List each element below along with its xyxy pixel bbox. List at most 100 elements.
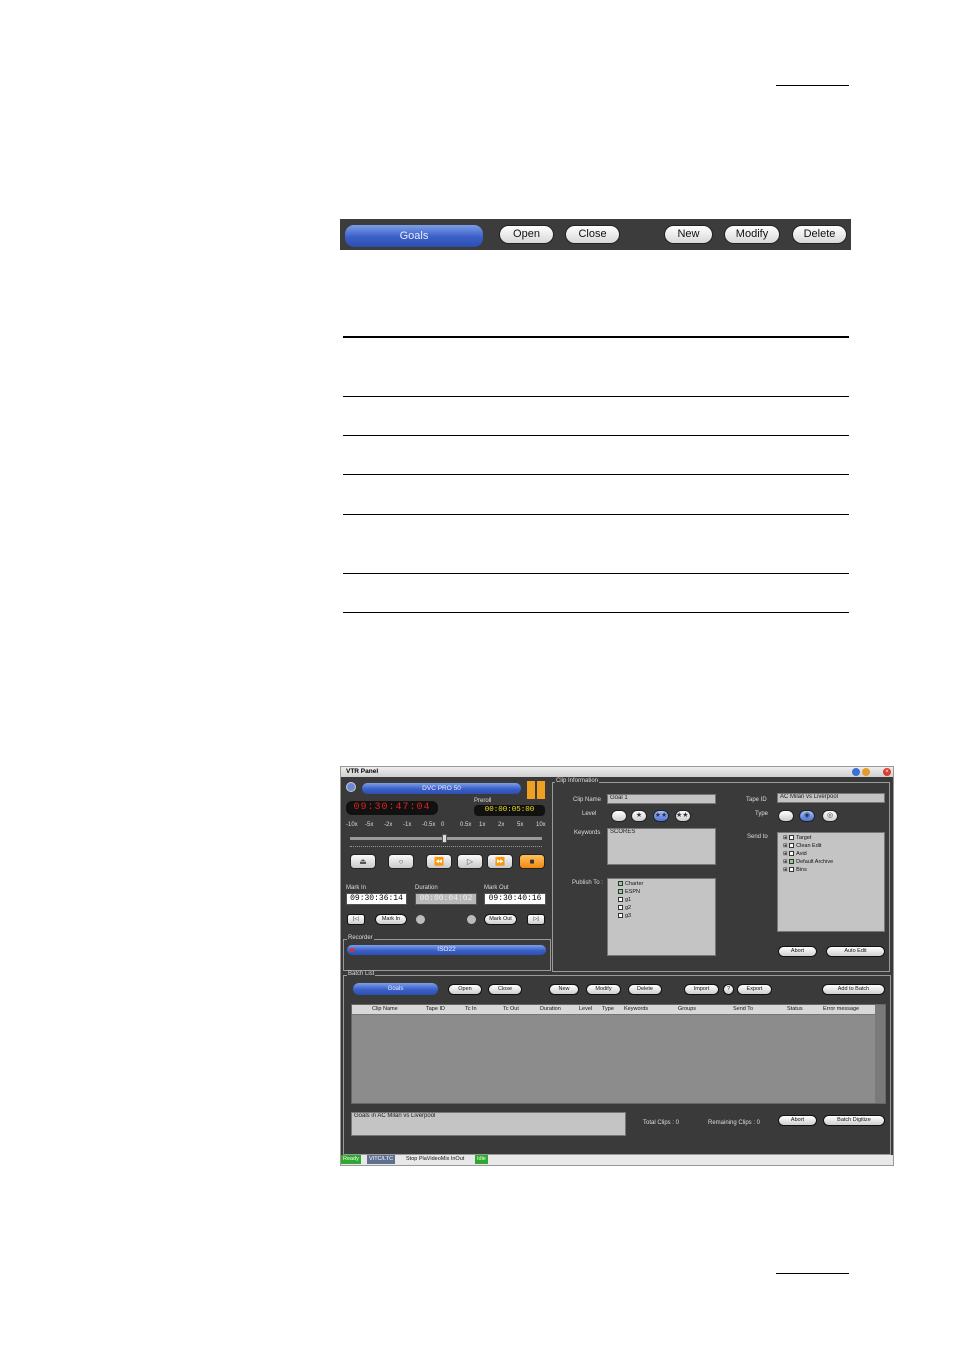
publish-item-1[interactable]: ESPN [618,889,640,895]
new-button[interactable]: New [664,225,713,244]
add-to-batch-button[interactable]: Add to Batch [822,984,885,995]
goals-selector[interactable]: Goals [345,225,483,247]
abort-button[interactable]: Abort [778,946,817,957]
keywords-field[interactable]: SCORES [607,828,716,865]
delete-button[interactable]: Delete [792,225,847,244]
column-header[interactable]: Tc In [465,1006,477,1012]
type-video-icon[interactable]: ◉ [799,810,815,822]
level-3-star-icon[interactable]: ★★★ [675,810,695,822]
header-rule [776,85,849,86]
type-0-button[interactable] [778,810,794,822]
keywords-label: Keywords [574,830,601,836]
close-icon[interactable]: × [883,768,891,776]
column-header[interactable]: Level [579,1006,592,1012]
import-button[interactable]: Import [684,984,719,995]
send-to-item-2[interactable]: ⊞ Avid [783,851,807,857]
description-field[interactable]: Goals in AC Milan vs Liverpool [351,1112,626,1136]
publish-item-4[interactable]: g3 [618,913,631,919]
clip-name-label: Clip Name [573,797,602,803]
checkbox-icon[interactable] [618,905,623,911]
publish-item-3[interactable]: g2 [618,905,631,911]
column-header[interactable]: Keywords [624,1006,648,1012]
level-2-star-icon[interactable]: ★★ [653,810,669,822]
column-header[interactable]: Groups [678,1006,696,1012]
checkbox-icon[interactable] [789,843,795,849]
table-top-rule [343,336,849,338]
help-button[interactable]: ? [723,984,734,995]
publish-item-2[interactable]: g1 [618,897,631,903]
record-button[interactable]: ○ [388,854,414,869]
play-button[interactable]: ▷ [457,854,483,869]
send-to-item-4[interactable]: ⊞ Bins [783,867,807,873]
mark-out-button[interactable]: Mark Out [484,914,517,925]
table-scrollbar[interactable] [875,1005,885,1103]
open-button[interactable]: Open [499,225,554,244]
checkbox-icon[interactable] [789,851,795,857]
send-to-item-1[interactable]: ⊞ Clean Edit [783,843,822,849]
checkbox-icon[interactable] [618,913,623,919]
batch-goals-selector[interactable]: Goals [353,983,438,995]
column-header[interactable]: Send To [733,1006,753,1012]
type-audio-icon[interactable]: ◎ [822,810,838,822]
minimize-icon[interactable] [862,768,870,776]
batch-close-button[interactable]: Close [488,984,522,995]
checkbox-icon[interactable] [618,881,623,887]
recorder-selector[interactable]: ISO22 [347,945,546,955]
stop-button[interactable]: ■ [519,854,545,869]
speed-tick-label: -10x [346,822,358,828]
checkbox-icon[interactable] [618,889,623,895]
eject-button[interactable]: ⏏ [350,854,376,869]
publish-item-0[interactable]: Charter [618,881,643,887]
batch-abort-button[interactable]: Abort [778,1115,817,1126]
level-1-star-icon[interactable]: ★ [631,810,647,822]
table-row-rule [343,435,849,436]
column-header[interactable]: Tape ID [426,1006,445,1012]
checkbox-icon[interactable] [618,897,623,903]
rewind-button[interactable]: ⏪ [426,854,452,869]
checkbox-icon[interactable] [789,835,795,841]
modify-button[interactable]: Modify [724,225,780,244]
checkbox-icon[interactable] [789,867,795,873]
send-to-item-0[interactable]: ⊞ Target [783,835,811,841]
tape-id-field[interactable]: AC Milan vs Liverpool [777,793,885,803]
help-icon[interactable] [852,768,860,776]
go-to-out-button[interactable]: ▷| [527,914,545,925]
clear-in-icon[interactable] [416,915,425,924]
level-0-button[interactable] [611,810,627,822]
batch-modify-button[interactable]: Modify [586,984,621,995]
send-to-item-3[interactable]: ⊞ Default Archive [783,859,833,865]
batch-digitize-button[interactable]: Batch Digitize [823,1115,885,1126]
batch-delete-button[interactable]: Delete [628,984,662,995]
send-to-tree[interactable]: ⊞ Target ⊞ Clean Edit ⊞ Avid ⊞ Default A… [777,832,885,932]
format-selector[interactable]: DVC PRO 50 [362,783,521,794]
jog-slider-handle[interactable] [442,834,447,843]
layout-grid-icon[interactable] [527,781,545,799]
column-header[interactable]: Error message [823,1006,859,1012]
checkbox-icon[interactable] [789,859,795,865]
column-header[interactable]: Status [787,1006,803,1012]
batch-new-button[interactable]: New [549,984,579,995]
table-row-rule [343,514,849,515]
close-button[interactable]: Close [565,225,620,244]
go-to-in-button[interactable]: |◁ [347,914,365,925]
fast-forward-button[interactable]: ⏩ [487,854,513,869]
goals-toolbar: Goals Open Close New Modify Delete [340,219,851,250]
column-header[interactable]: Tc Out [503,1006,519,1012]
batch-open-button[interactable]: Open [448,984,482,995]
timecode-display: 09:30:47:04 [346,801,438,815]
column-header[interactable]: Clip Name [372,1006,398,1012]
column-header[interactable]: Duration [540,1006,561,1012]
export-button[interactable]: Export [737,984,772,995]
auto-edit-button[interactable]: Auto Edit [826,946,885,957]
column-header[interactable]: Type [602,1006,614,1012]
mark-out-field[interactable]: 09:30:40:16 [484,893,546,905]
shuttle-dots [350,846,542,847]
batch-table[interactable]: Clip Name Tape ID Tc In Tc Out Duration Level… [351,1004,886,1104]
publish-to-list[interactable]: Charter ESPN g1 g2 g3 [607,878,716,956]
clear-out-icon[interactable] [467,915,476,924]
clip-name-field[interactable]: Goal 1 [607,794,716,804]
jog-slider-track[interactable] [350,834,542,843]
mark-in-button[interactable]: Mark In [375,914,407,925]
mark-in-field[interactable]: 09:30:36:14 [346,893,407,905]
speed-tick-label: -2x [384,822,393,828]
